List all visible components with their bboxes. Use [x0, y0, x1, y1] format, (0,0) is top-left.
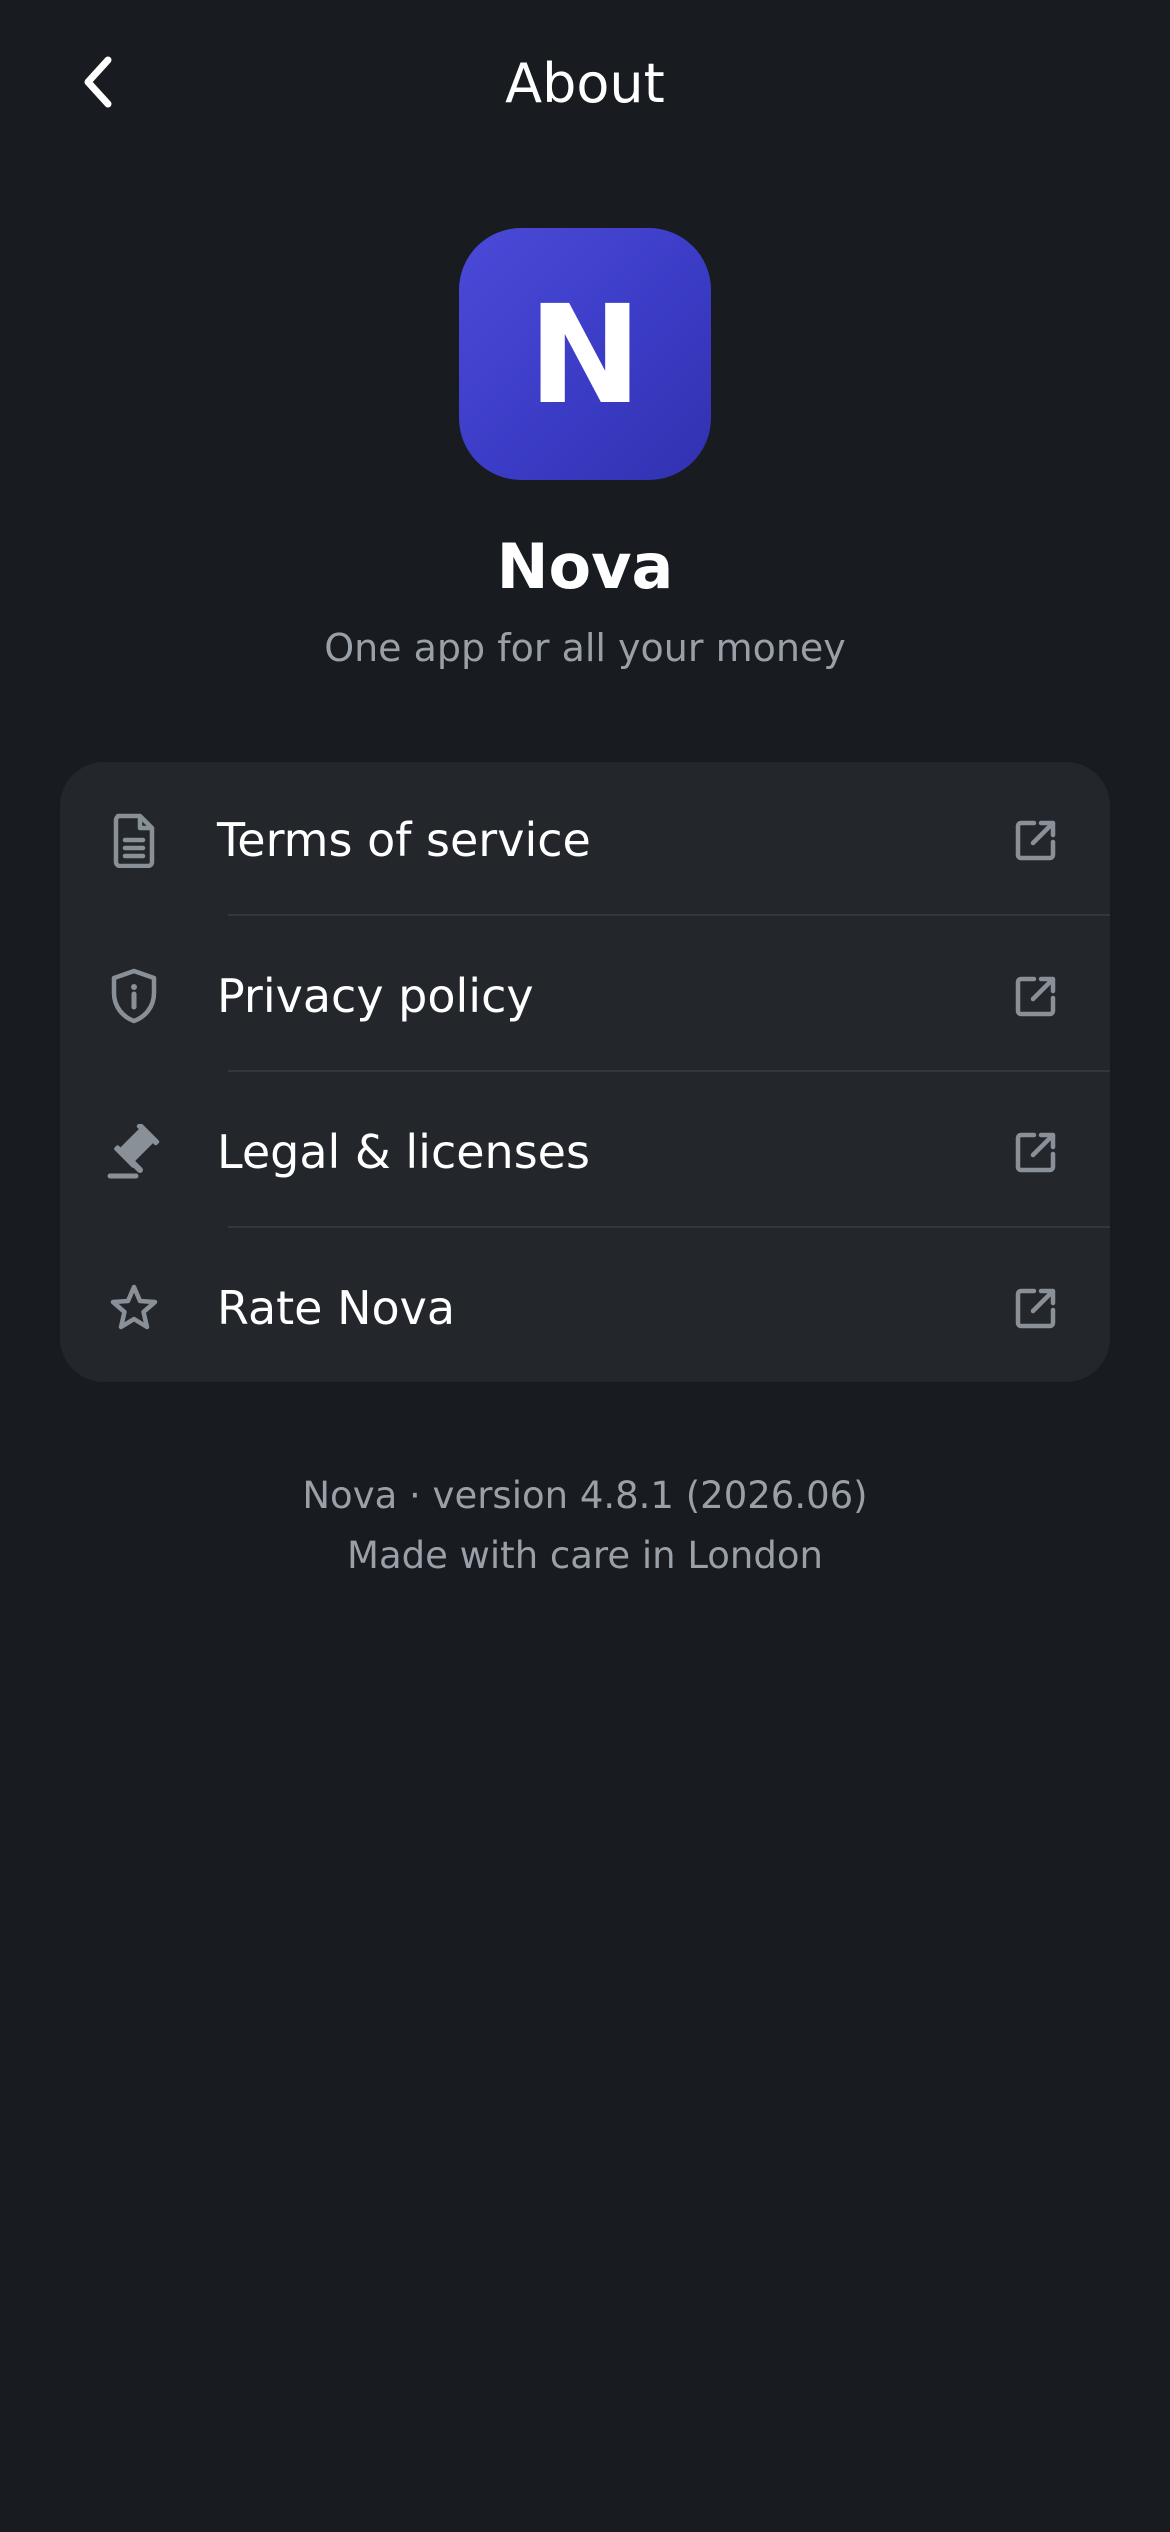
app-logo: N	[459, 228, 711, 480]
app-tagline: One app for all your money	[324, 626, 846, 670]
version-text: Nova · version 4.8.1 (2026.06)	[302, 1474, 868, 1517]
external-link-icon	[1012, 972, 1060, 1020]
external-link-icon	[1012, 1284, 1060, 1332]
rate-nova-row[interactable]: Rate Nova	[60, 1230, 1110, 1382]
rate-nova-label: Rate Nova	[217, 1281, 456, 1335]
gavel-icon	[106, 1124, 162, 1180]
privacy-policy-label: Privacy policy	[217, 969, 534, 1023]
top-bar: About	[0, 0, 1170, 166]
list-divider	[228, 914, 1110, 916]
privacy-policy-row[interactable]: Privacy policy	[60, 918, 1110, 1074]
legal-licenses-label: Legal & licenses	[217, 1125, 590, 1179]
app-logo-letter: N	[528, 277, 642, 435]
document-icon	[106, 812, 162, 868]
external-link-icon	[1012, 816, 1060, 864]
list-divider	[228, 1226, 1110, 1228]
made-in-text: Made with care in London	[347, 1534, 823, 1577]
legal-licenses-row[interactable]: Legal & licenses	[60, 1074, 1110, 1230]
list-divider	[228, 1070, 1110, 1072]
shield-info-icon	[106, 968, 162, 1024]
app-name: Nova	[496, 530, 674, 603]
terms-of-service-label: Terms of service	[217, 813, 591, 867]
terms-of-service-row[interactable]: Terms of service	[60, 762, 1110, 918]
star-icon	[106, 1280, 162, 1336]
page-title: About	[505, 52, 665, 115]
links-list: Terms of service Privacy policy Legal & …	[60, 762, 1110, 1382]
external-link-icon	[1012, 1128, 1060, 1176]
